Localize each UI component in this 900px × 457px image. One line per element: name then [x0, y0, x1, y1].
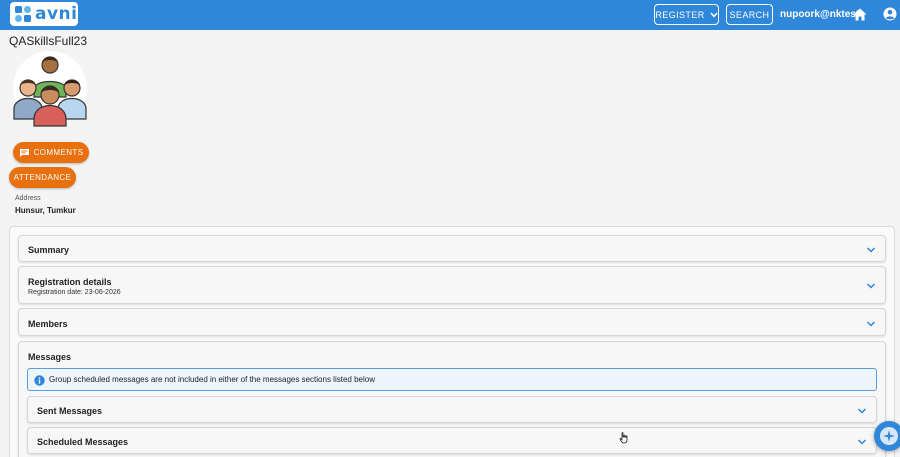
summary-label: Summary [28, 245, 70, 255]
group-avatar-icon [13, 51, 87, 127]
address-value: Hunsur, Tumkur [15, 206, 76, 215]
expand-icon [866, 321, 876, 327]
sparkle-icon [883, 430, 895, 442]
home-icon[interactable] [853, 8, 867, 21]
info-text: Group scheduled messages are not include… [49, 375, 375, 384]
assistant-fab[interactable] [874, 421, 900, 451]
registration-date: Registration date: 23-06-2026 [28, 289, 121, 296]
account-icon[interactable] [883, 7, 897, 21]
sent-messages-label: Sent Messages [37, 406, 103, 416]
expand-icon [866, 247, 876, 253]
summary-accordion[interactable]: Summary [18, 235, 886, 262]
attendance-label: ATTENDANCE [13, 173, 72, 182]
comments-label: COMMENTS [33, 148, 84, 157]
scheduled-messages-label: Scheduled Messages [37, 437, 129, 447]
chevron-down-icon [710, 12, 718, 18]
expand-icon [866, 283, 876, 289]
sent-messages-accordion[interactable]: Sent Messages [27, 396, 877, 423]
registration-details-accordion[interactable]: Registration details Registration date: … [18, 266, 886, 304]
comments-button[interactable]: COMMENTS [13, 142, 89, 163]
info-banner: Group scheduled messages are not include… [27, 368, 877, 391]
comment-icon [19, 148, 29, 157]
cursor-icon [619, 432, 628, 444]
scheduled-messages-accordion[interactable]: Scheduled Messages [27, 427, 877, 454]
app-bar: avni REGISTER SEARCH nupoork@nktest [0, 0, 900, 30]
avni-logo[interactable]: avni [10, 2, 78, 26]
page-title: QASkillsFull23 [9, 34, 88, 48]
logo-text: avni [35, 4, 78, 24]
info-icon [34, 375, 45, 386]
search-button[interactable]: SEARCH [726, 4, 773, 25]
messages-label: Messages [28, 352, 72, 362]
address-label: Address [15, 195, 41, 202]
assistant-fab-icon [880, 427, 898, 445]
avni-logo-icon [15, 6, 31, 22]
search-label: SEARCH [729, 9, 770, 20]
register-label: REGISTER [655, 9, 705, 20]
members-accordion[interactable]: Members [18, 308, 886, 336]
members-label: Members [28, 319, 68, 329]
register-button[interactable]: REGISTER [654, 4, 719, 25]
expand-icon [857, 408, 867, 414]
expand-icon [857, 439, 867, 445]
registration-details-label: Registration details [28, 277, 112, 287]
username: nupoork@nktest [780, 9, 860, 20]
attendance-button[interactable]: ATTENDANCE [9, 167, 76, 188]
